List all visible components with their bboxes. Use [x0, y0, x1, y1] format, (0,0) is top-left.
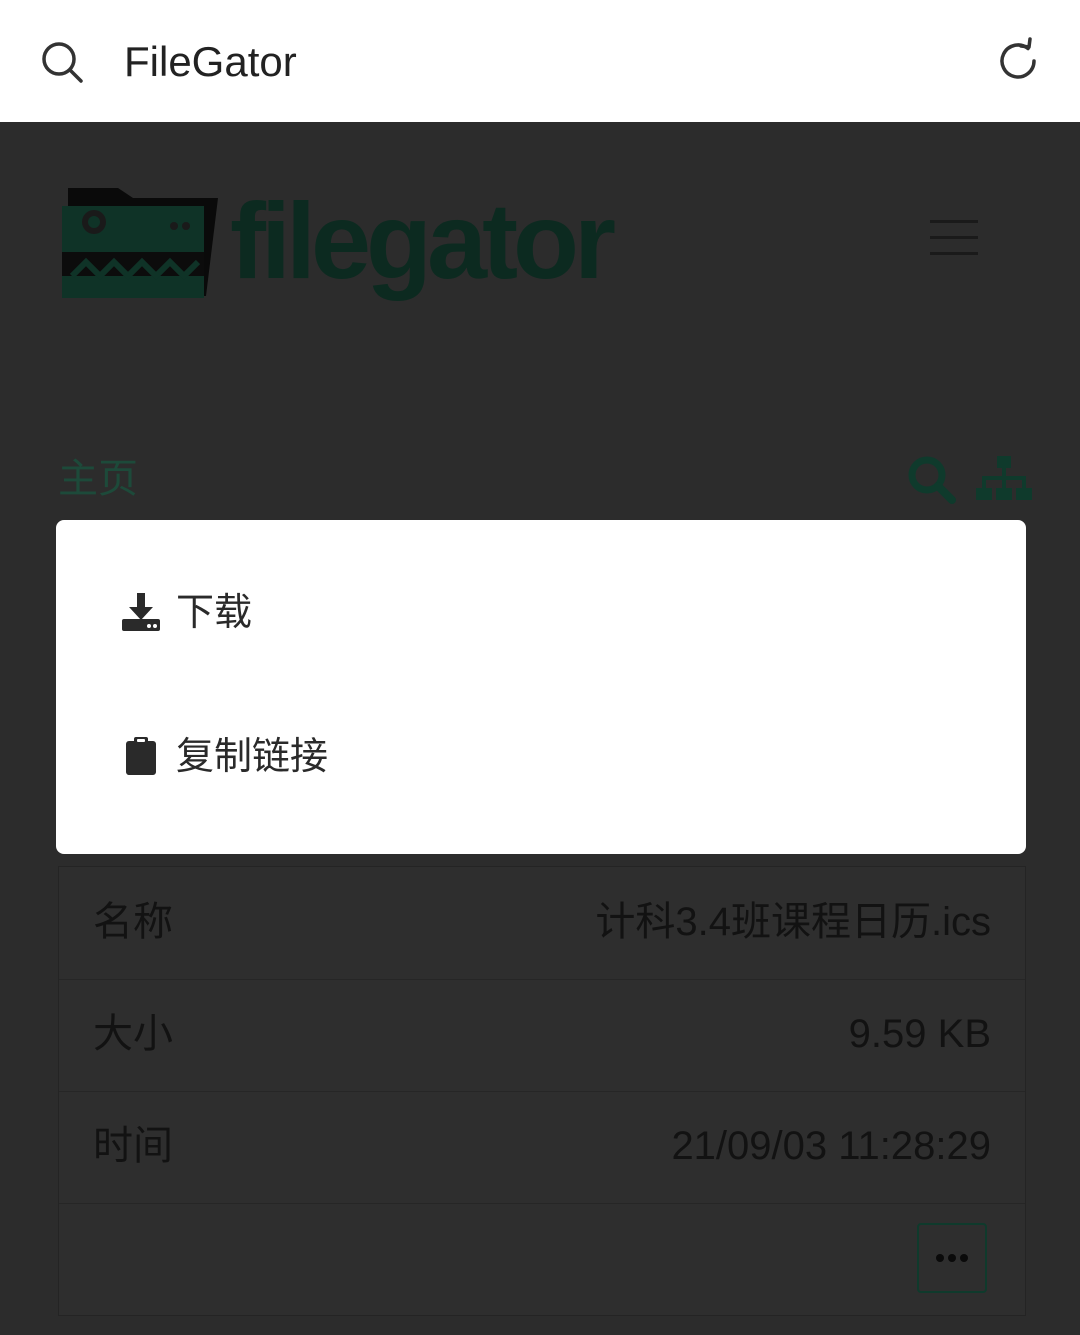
search-icon[interactable]: [38, 38, 86, 86]
menu-hamburger-icon[interactable]: [930, 220, 978, 256]
breadcrumb-home[interactable]: 主页: [58, 454, 138, 504]
browser-top-bar: FileGator: [0, 0, 1080, 122]
sitemap-icon[interactable]: [974, 454, 1034, 504]
file-actions-dialog: 下载 复制链接: [56, 520, 1026, 854]
menu-item-copy-link[interactable]: 复制链接: [120, 726, 328, 786]
reload-icon[interactable]: [994, 36, 1044, 86]
file-info-key: 大小: [93, 1011, 173, 1057]
file-info-value: 计科3.4班课程日历.ics: [595, 900, 991, 944]
menu-item-label: 复制链接: [176, 734, 329, 778]
logo-text: filegator: [230, 180, 616, 301]
download-icon: [122, 593, 160, 631]
filegator-logo-icon: [62, 188, 218, 298]
search-files-icon[interactable]: [906, 454, 958, 506]
file-info-value: 9.59 KB: [848, 1012, 991, 1056]
file-info-card: 名称 计科3.4班课程日历.ics 大小 9.59 KB 时间 21/09/03…: [58, 866, 1026, 1316]
more-actions-button[interactable]: [917, 1223, 987, 1293]
clipboard-icon: [126, 737, 156, 775]
menu-item-label: 下载: [176, 590, 253, 634]
page-title: FileGator: [124, 38, 297, 85]
file-info-row: 名称 计科3.4班课程日历.ics: [59, 867, 1025, 980]
file-info-key: 时间: [93, 1123, 173, 1169]
file-info-key: 名称: [93, 899, 173, 945]
file-info-row: 时间 21/09/03 11:28:29: [59, 1091, 1025, 1204]
file-info-row: 大小 9.59 KB: [59, 979, 1025, 1092]
file-info-value: 21/09/03 11:28:29: [671, 1124, 991, 1168]
menu-item-download[interactable]: 下载: [120, 582, 252, 642]
ellipsis-icon: [936, 1254, 968, 1262]
